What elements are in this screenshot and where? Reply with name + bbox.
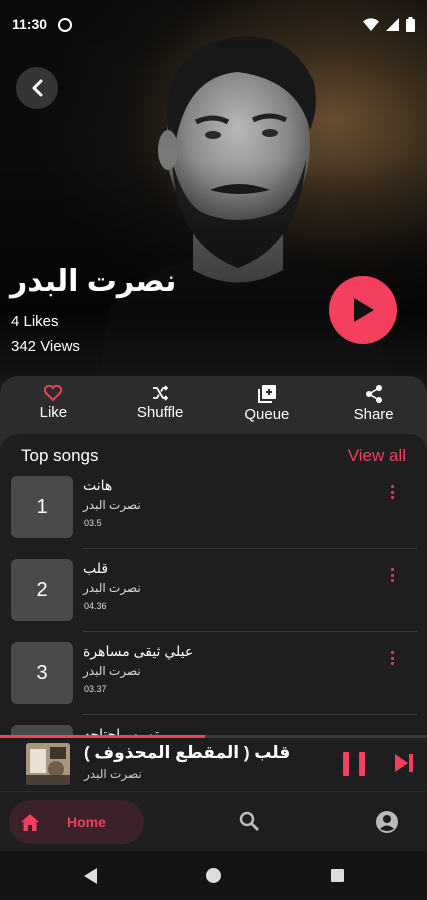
pause-icon bbox=[343, 752, 349, 776]
divider bbox=[83, 714, 417, 715]
song-duration: 03.5 bbox=[84, 518, 102, 528]
progress-fill bbox=[0, 735, 205, 738]
chevron-left-icon bbox=[32, 79, 43, 97]
nav-home[interactable]: Home bbox=[9, 800, 144, 844]
system-recents-icon[interactable] bbox=[331, 869, 344, 882]
shuffle-label: Shuffle bbox=[136, 404, 184, 421]
system-home-icon[interactable] bbox=[206, 868, 221, 883]
now-playing-artwork bbox=[26, 743, 70, 785]
notification-icon bbox=[58, 18, 72, 32]
status-time: 11:30 bbox=[12, 16, 48, 32]
queue-icon bbox=[257, 385, 276, 403]
share-label: Share bbox=[353, 406, 394, 423]
song-number: 3 bbox=[11, 642, 73, 704]
signal-icon bbox=[386, 18, 399, 31]
song-row[interactable]: 3 عيلي ثيقى مساهرة نصرت البدر 03.37 bbox=[0, 642, 427, 725]
share-icon bbox=[365, 385, 382, 403]
heart-icon bbox=[44, 385, 63, 401]
status-bar: 11:30 bbox=[0, 0, 427, 52]
now-playing-artist: نصرت البدر bbox=[84, 767, 142, 781]
mini-player[interactable]: قلب ( المقطع المحذوف ) نصرت البدر bbox=[0, 735, 427, 791]
top-songs-heading: Top songs bbox=[21, 446, 99, 465]
system-navigation-bar bbox=[0, 851, 427, 900]
artist-name: نصرت البدر bbox=[10, 265, 177, 298]
views-count: 342 Views bbox=[11, 338, 80, 355]
more-options-icon[interactable] bbox=[384, 565, 400, 585]
battery-icon bbox=[406, 17, 415, 32]
artist-hero: 11:30 نصرت البدر 4 Likes 342 Views bbox=[0, 0, 427, 400]
song-duration: 03.37 bbox=[84, 684, 107, 694]
pause-button[interactable] bbox=[343, 752, 365, 776]
song-row[interactable]: 2 قلب نصرت البدر 04.36 bbox=[0, 559, 427, 642]
song-title: عيلي ثيقى مساهرة bbox=[83, 643, 194, 659]
like-label: Like bbox=[39, 404, 68, 421]
more-options-icon[interactable] bbox=[384, 648, 400, 668]
song-artist: نصرت البدر bbox=[83, 581, 141, 595]
song-title: قلب bbox=[83, 560, 109, 576]
shuffle-icon bbox=[153, 385, 169, 401]
song-artist: نصرت البدر bbox=[83, 664, 141, 678]
status-icons bbox=[363, 17, 415, 32]
search-icon[interactable] bbox=[239, 811, 259, 831]
song-artist: نصرت البدر bbox=[83, 498, 141, 512]
view-all-link[interactable]: View all bbox=[348, 446, 406, 466]
song-number: 2 bbox=[11, 559, 73, 621]
wifi-icon bbox=[363, 18, 379, 31]
queue-label: Queue bbox=[244, 406, 290, 423]
shuffle-button[interactable]: Shuffle bbox=[107, 376, 214, 432]
nav-home-label: Home bbox=[67, 814, 106, 830]
divider bbox=[83, 548, 417, 549]
profile-icon[interactable] bbox=[376, 811, 398, 833]
bottom-navigation: Home bbox=[0, 791, 427, 851]
action-bar: Like Shuffle Queue Share bbox=[0, 376, 427, 432]
song-title: هانت bbox=[83, 477, 113, 493]
back-button[interactable] bbox=[16, 67, 58, 109]
share-button[interactable]: Share bbox=[320, 376, 427, 432]
actions-panel: Like Shuffle Queue Share Top songs View … bbox=[0, 376, 427, 796]
system-back-icon[interactable] bbox=[84, 868, 98, 884]
now-playing-title: قلب ( المقطع المحذوف ) bbox=[84, 743, 291, 762]
next-track-icon[interactable] bbox=[394, 753, 414, 773]
play-icon bbox=[354, 298, 374, 322]
more-options-icon[interactable] bbox=[384, 482, 400, 502]
divider bbox=[83, 631, 417, 632]
song-row[interactable]: 1 هانت نصرت البدر 03.5 bbox=[0, 476, 427, 559]
song-number: 1 bbox=[11, 476, 73, 538]
likes-count: 4 Likes bbox=[11, 313, 59, 330]
song-duration: 04.36 bbox=[84, 601, 107, 611]
like-button[interactable]: Like bbox=[0, 376, 107, 432]
queue-button[interactable]: Queue bbox=[214, 376, 321, 432]
play-button[interactable] bbox=[329, 276, 397, 344]
home-icon bbox=[21, 813, 39, 831]
